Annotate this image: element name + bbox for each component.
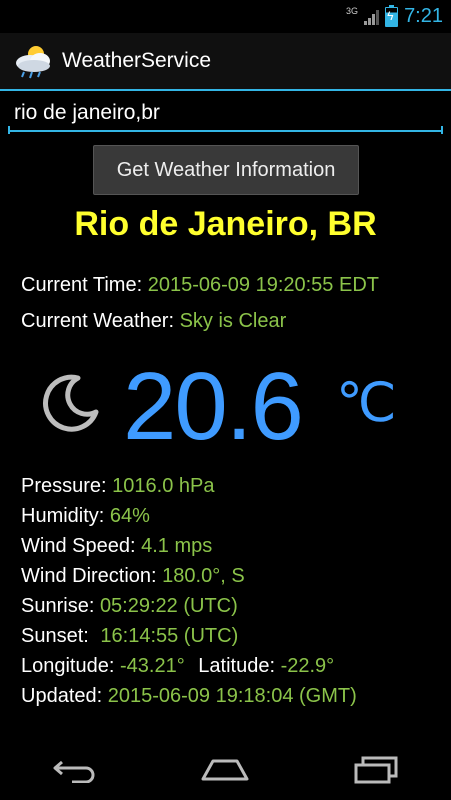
- humidity-label: Humidity:: [21, 505, 105, 527]
- pressure-value: 1016.0 hPa: [112, 475, 215, 497]
- sunset-row: Sunset: 16:14:55 (UTC): [21, 625, 238, 648]
- get-weather-button[interactable]: Get Weather Information: [93, 145, 359, 195]
- back-icon: [53, 760, 95, 783]
- wind-speed-label: Wind Speed:: [21, 535, 136, 557]
- recents-icon: [354, 756, 398, 784]
- updated-value: 2015-06-09 19:18:04 (GMT): [107, 685, 357, 707]
- humidity-value: 64%: [109, 505, 150, 527]
- longitude-value: -43.21°: [119, 655, 185, 677]
- weather-cloud-sun-icon: [16, 46, 50, 79]
- sunrise-value: 05:29:22 (UTC): [99, 595, 238, 617]
- network-type-label: 3G: [346, 5, 359, 16]
- action-bar: WeatherService: [0, 33, 451, 91]
- longitude-label: Longitude:: [21, 655, 115, 677]
- sunset-value: 16:14:55 (UTC): [100, 625, 239, 647]
- battery-icon: ϟ: [385, 4, 399, 27]
- city-heading: Rio de Janeiro, BR: [74, 205, 377, 243]
- temperature-unit: ℃: [336, 373, 397, 433]
- updated-label: Updated:: [21, 685, 103, 707]
- home-button[interactable]: [195, 750, 255, 790]
- back-button[interactable]: [45, 750, 105, 790]
- updated-row: Updated: 2015-06-09 19:18:04 (GMT): [21, 685, 357, 708]
- latitude-value: -22.9°: [280, 655, 335, 677]
- wind-direction-value: 180.0°, S: [162, 565, 245, 587]
- temperature-value: 20.6: [123, 353, 304, 460]
- current-weather-label: Current Weather:: [21, 310, 175, 332]
- city-search-input[interactable]: [8, 96, 443, 132]
- signal-icon: [364, 9, 380, 25]
- pressure-label: Pressure:: [21, 475, 107, 497]
- current-time-value: 2015-06-09 19:20:55 EDT: [147, 274, 379, 296]
- navigation-bar: [0, 740, 451, 800]
- wind-direction-row: Wind Direction: 180.0°, S: [21, 565, 245, 588]
- current-weather-value: Sky is Clear: [179, 310, 287, 332]
- recents-button[interactable]: [346, 750, 406, 790]
- sunrise-row: Sunrise: 05:29:22 (UTC): [21, 595, 238, 618]
- latitude-label: Latitude:: [198, 655, 275, 677]
- wind-direction-label: Wind Direction:: [21, 565, 157, 587]
- search-field-container: [8, 96, 443, 136]
- wind-speed-row: Wind Speed: 4.1 mps: [21, 535, 212, 558]
- moon-icon: [43, 374, 99, 432]
- humidity-row: Humidity: 64%: [21, 505, 150, 528]
- sunset-label: Sunset:: [21, 625, 89, 647]
- sunrise-label: Sunrise:: [21, 595, 95, 617]
- current-time-label: Current Time:: [21, 274, 143, 296]
- status-bar: 3G ϟ 7:21: [0, 0, 451, 33]
- home-icon: [201, 759, 249, 781]
- app-title: WeatherService: [62, 49, 212, 72]
- current-time-row: Current Time: 2015-06-09 19:20:55 EDT: [21, 274, 379, 297]
- wind-speed-value: 4.1 mps: [141, 535, 213, 557]
- pressure-row: Pressure: 1016.0 hPa: [21, 475, 214, 498]
- current-weather-row: Current Weather: Sky is Clear: [21, 310, 286, 333]
- status-clock: 7:21: [404, 5, 443, 27]
- coordinates-row: Longitude: -43.21° Latitude: -22.9°: [21, 655, 334, 678]
- status-icons: 3G ϟ 7:21: [346, 4, 443, 28]
